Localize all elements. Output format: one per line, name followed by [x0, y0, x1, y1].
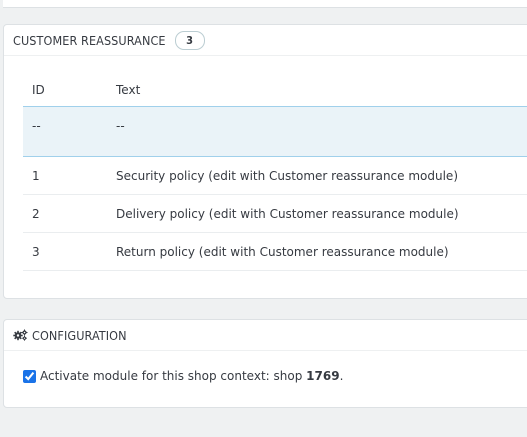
table-row[interactable]: 1 Security policy (edit with Customer re…: [23, 156, 527, 195]
top-panel-edge: [3, 0, 527, 8]
row-text: Delivery policy (edit with Customer reas…: [107, 194, 527, 233]
table-row[interactable]: 2 Delivery policy (edit with Customer re…: [23, 194, 527, 233]
panel-title: CUSTOMER REASSURANCE: [13, 32, 166, 48]
panel-title: CONFIGURATION: [32, 327, 127, 343]
row-text: Return policy (edit with Customer reassu…: [107, 232, 527, 271]
shop-id: 1769: [306, 369, 340, 383]
config-body: Activate module for this shop context: s…: [4, 351, 527, 383]
activate-module-checkbox[interactable]: [23, 369, 36, 383]
column-header-id[interactable]: ID: [23, 74, 107, 107]
label-suffix: .: [339, 369, 344, 383]
customer-reassurance-panel: CUSTOMER REASSURANCE 3 ID Text -- -- 1 S…: [3, 24, 527, 299]
gears-icon: [13, 329, 28, 341]
row-id: 2: [23, 194, 107, 233]
row-id: 3: [23, 232, 107, 271]
label-text: Activate module for this shop context: s…: [40, 369, 307, 383]
count-badge: 3: [174, 30, 205, 50]
column-header-text[interactable]: Text: [107, 74, 527, 107]
filter-id[interactable]: --: [23, 106, 107, 157]
table-header-row: ID Text: [23, 74, 527, 107]
configuration-panel: CONFIGURATION Activate module for this s…: [3, 319, 527, 408]
panel-heading: CUSTOMER REASSURANCE 3: [4, 25, 527, 56]
panel-heading: CONFIGURATION: [4, 320, 527, 351]
table-row[interactable]: 3 Return policy (edit with Customer reas…: [23, 232, 527, 271]
row-id: 1: [23, 156, 107, 195]
filter-text[interactable]: --: [107, 106, 527, 157]
row-text: Security policy (edit with Customer reas…: [107, 156, 527, 195]
filter-row: -- --: [23, 106, 527, 157]
reassurance-table: ID Text -- -- 1 Security policy (edit wi…: [23, 74, 527, 271]
activate-module-label[interactable]: Activate module for this shop context: s…: [40, 369, 343, 383]
